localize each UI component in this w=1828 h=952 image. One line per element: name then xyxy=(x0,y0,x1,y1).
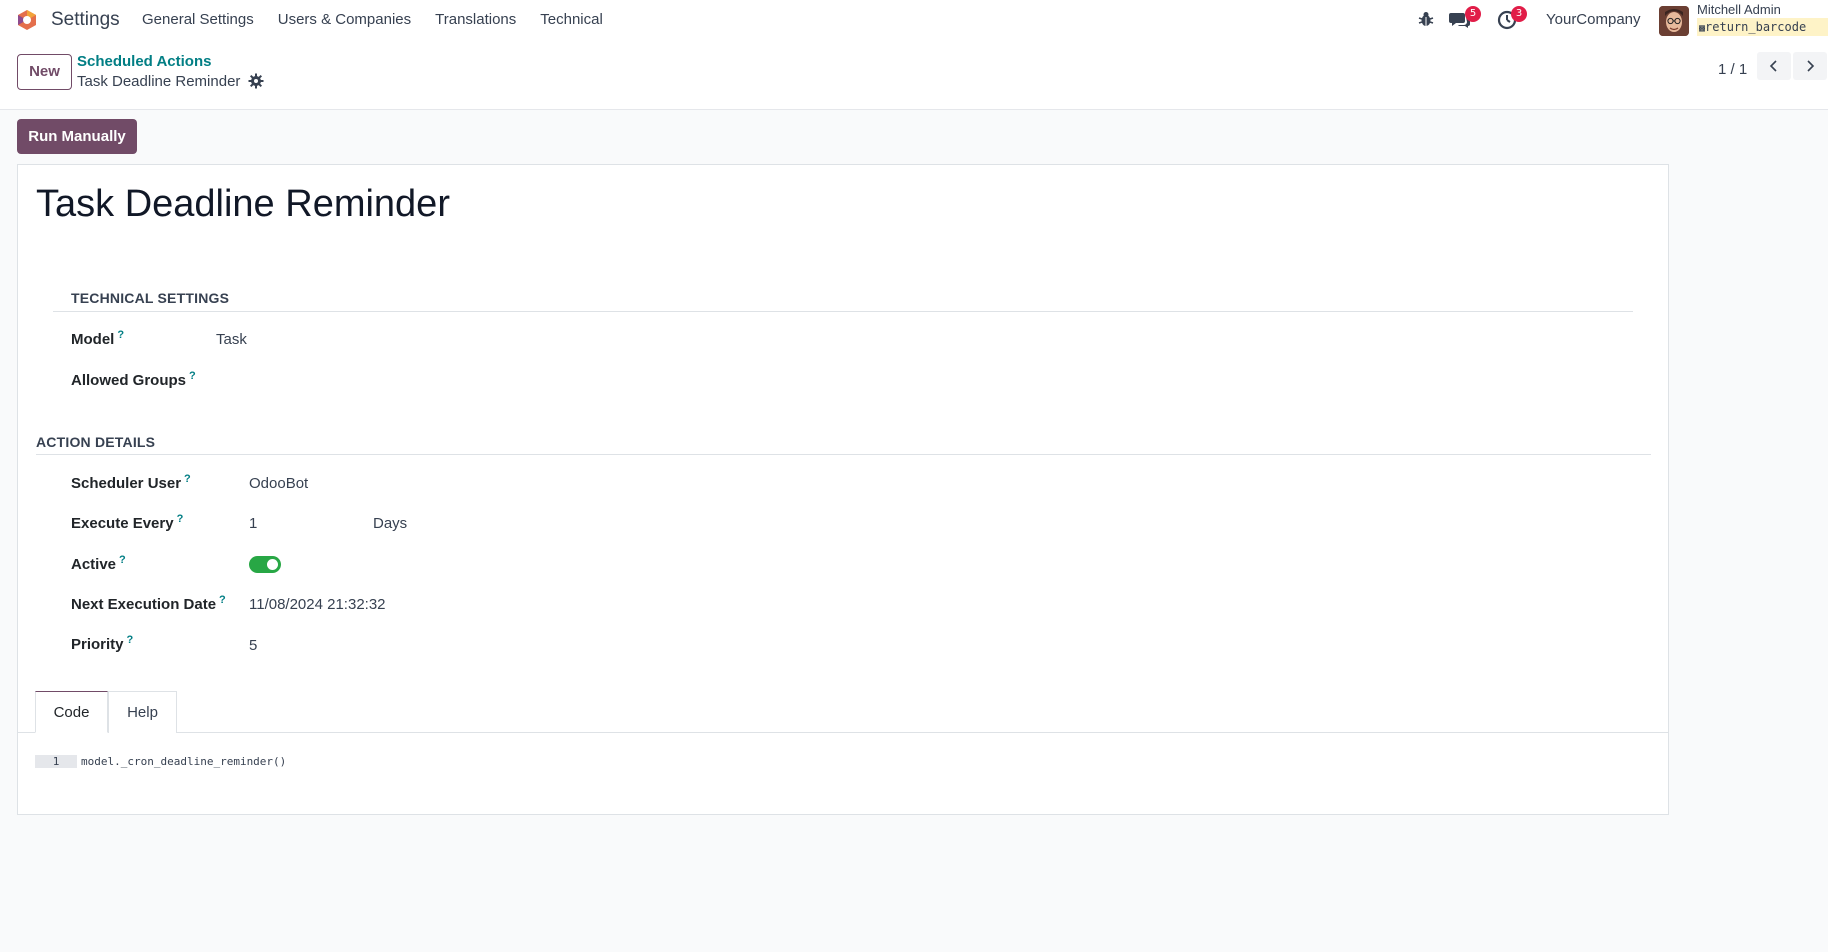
tab-help[interactable]: Help xyxy=(108,691,177,733)
pager-next-button[interactable] xyxy=(1793,52,1827,80)
scheduler-user-help-icon[interactable]: ? xyxy=(184,473,191,485)
execute-every-number-field[interactable]: 1 xyxy=(249,515,257,532)
new-button[interactable]: New xyxy=(17,54,72,90)
pager-previous-button[interactable] xyxy=(1757,52,1791,80)
next-execution-help-icon[interactable]: ? xyxy=(219,594,226,606)
code-editor-line[interactable]: model._cron_deadline_reminder() xyxy=(81,755,286,768)
menu-translations[interactable]: Translations xyxy=(435,11,516,28)
user-avatar[interactable] xyxy=(1659,6,1689,36)
allowed-groups-label: Allowed Groups? xyxy=(71,370,196,389)
allowed-groups-help-icon[interactable]: ? xyxy=(189,370,196,382)
execute-every-unit-select[interactable]: Days xyxy=(373,515,407,532)
scheduler-user-field[interactable]: OdooBot xyxy=(249,475,308,492)
menu-technical[interactable]: Technical xyxy=(540,11,603,28)
priority-label: Priority? xyxy=(71,634,134,653)
tab-code[interactable]: Code xyxy=(35,691,108,733)
next-execution-date-label: Next Execution Date? xyxy=(71,594,226,613)
active-help-icon[interactable]: ? xyxy=(119,554,126,566)
control-panel: New Scheduled Actions Task Deadline Remi… xyxy=(0,40,1828,110)
chevron-right-icon xyxy=(1807,60,1815,72)
scheduler-user-label: Scheduler User? xyxy=(71,473,191,492)
allowed-groups-field[interactable] xyxy=(216,370,616,390)
action-details-title: ACTION DETAILS xyxy=(36,434,156,450)
top-navbar: Settings General Settings Users & Compan… xyxy=(0,0,1828,40)
breadcrumb-scheduled-actions[interactable]: Scheduled Actions xyxy=(77,53,211,70)
action-details-separator xyxy=(36,454,1651,455)
avatar-face-icon xyxy=(1659,6,1689,36)
execute-every-label: Execute Every? xyxy=(71,513,184,532)
next-execution-date-field[interactable]: 11/08/2024 21:32:32 xyxy=(249,596,386,613)
activities-badge: 3 xyxy=(1511,6,1527,22)
record-title[interactable]: Task Deadline Reminder xyxy=(36,183,450,226)
breadcrumb-current: Task Deadline Reminder xyxy=(77,73,241,90)
execute-every-help-icon[interactable]: ? xyxy=(177,513,184,525)
priority-help-icon[interactable]: ? xyxy=(127,634,134,646)
database-label: return_barcode xyxy=(1705,20,1807,34)
app-logo-icon[interactable] xyxy=(16,9,38,31)
tabs-separator xyxy=(18,732,1668,733)
model-label: Model? xyxy=(71,329,125,348)
model-help-icon[interactable]: ? xyxy=(117,329,124,341)
active-label: Active? xyxy=(71,554,126,573)
debug-bug-icon[interactable] xyxy=(1417,10,1435,28)
model-field[interactable]: Task xyxy=(216,331,247,348)
app-name[interactable]: Settings xyxy=(51,9,120,31)
main-menu: General Settings Users & Companies Trans… xyxy=(142,11,627,28)
technical-settings-separator xyxy=(53,311,1633,312)
database-name: ▩return_barcode xyxy=(1697,18,1828,36)
active-toggle[interactable] xyxy=(249,556,281,573)
messages-badge: 5 xyxy=(1465,6,1481,22)
pager-value[interactable]: 1 / 1 xyxy=(1718,61,1747,78)
technical-settings-title: TECHNICAL SETTINGS xyxy=(71,290,230,306)
gear-icon[interactable] xyxy=(248,73,264,89)
user-name[interactable]: Mitchell Admin xyxy=(1697,2,1781,17)
menu-general-settings[interactable]: General Settings xyxy=(142,11,254,28)
form-sheet: Task Deadline Reminder TECHNICAL SETTING… xyxy=(17,164,1669,815)
run-manually-button[interactable]: Run Manually xyxy=(17,119,137,154)
company-switcher[interactable]: YourCompany xyxy=(1546,11,1641,28)
chevron-left-icon xyxy=(1769,60,1777,72)
menu-users-companies[interactable]: Users & Companies xyxy=(278,11,411,28)
code-line-number: 1 xyxy=(35,755,77,768)
priority-field[interactable]: 5 xyxy=(249,637,257,654)
